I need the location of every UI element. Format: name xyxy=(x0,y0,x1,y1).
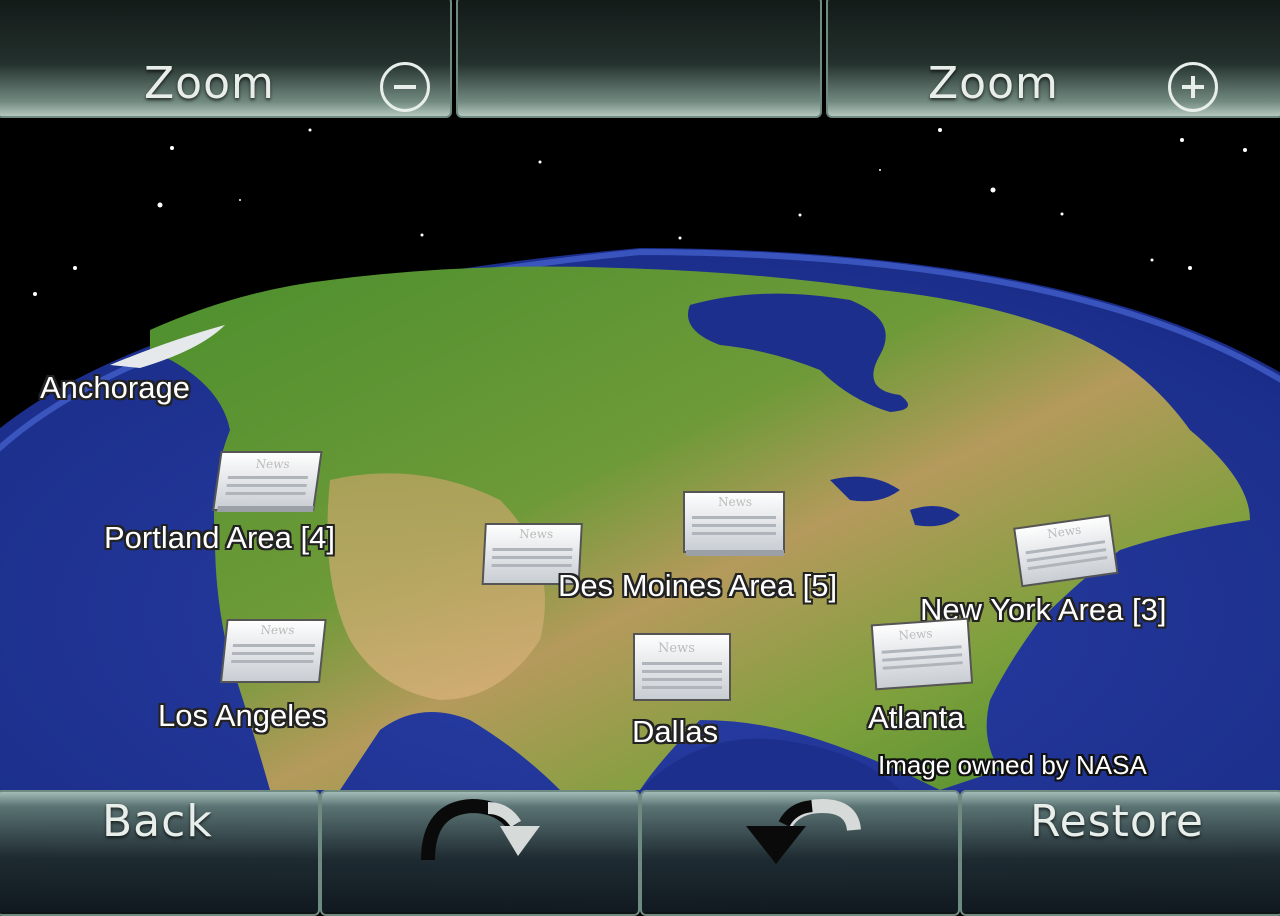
top-center-button[interactable] xyxy=(456,0,822,118)
place-label-anchorage[interactable]: Anchorage xyxy=(40,370,190,406)
place-label-des-moines[interactable]: Des Moines Area [5] xyxy=(558,568,837,604)
zoom-in-button[interactable]: Zoom xyxy=(826,0,1280,118)
place-label-portland[interactable]: Portland Area [4] xyxy=(104,520,335,556)
zoom-out-button[interactable]: Zoom xyxy=(0,0,452,118)
svg-text:News: News xyxy=(519,527,554,541)
place-label-dallas[interactable]: Dallas xyxy=(632,714,718,750)
newspaper-icon[interactable]: News xyxy=(630,630,734,706)
restore-button[interactable]: Restore xyxy=(960,790,1280,916)
rotate-counterclockwise-button[interactable] xyxy=(640,790,960,916)
back-label: Back xyxy=(102,796,213,847)
zoom-in-label: Zoom xyxy=(928,58,1059,109)
svg-text:News: News xyxy=(260,623,295,637)
top-toolbar: Zoom Zoom xyxy=(0,0,1280,120)
zoom-out-label: Zoom xyxy=(144,58,275,109)
svg-text:News: News xyxy=(718,495,752,509)
newspaper-icon[interactable]: News xyxy=(208,448,330,518)
place-label-atlanta[interactable]: Atlanta xyxy=(868,700,965,736)
rotate-clockwise-icon xyxy=(421,798,540,861)
svg-text:News: News xyxy=(898,626,933,642)
back-button[interactable]: Back xyxy=(0,790,320,916)
place-label-los-angeles[interactable]: Los Angeles xyxy=(158,698,327,734)
rotate-clockwise-button[interactable] xyxy=(320,790,640,916)
newspaper-icon[interactable]: News xyxy=(680,488,790,560)
svg-text:News: News xyxy=(255,457,291,471)
rotate-counterclockwise-icon xyxy=(746,798,861,864)
minus-circle-icon xyxy=(380,62,430,112)
newspaper-icon[interactable]: News xyxy=(864,616,980,694)
plus-circle-icon xyxy=(1168,62,1218,112)
newspaper-icon[interactable]: News xyxy=(1004,514,1128,590)
image-credit: Image owned by NASA xyxy=(878,750,1147,780)
newspaper-icon[interactable]: News xyxy=(216,616,332,690)
bottom-toolbar: Back Restore xyxy=(0,790,1280,916)
svg-text:News: News xyxy=(658,641,695,656)
restore-label: Restore xyxy=(1030,796,1204,847)
